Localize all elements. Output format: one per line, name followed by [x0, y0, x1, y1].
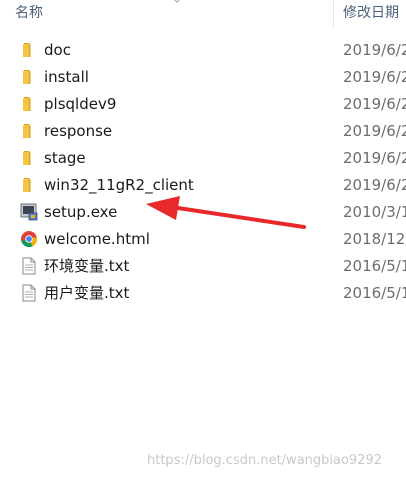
file-date: 2019/6/2 [343, 122, 406, 140]
file-row-plsqldev9[interactable]: plsqldev9 2019/6/2 [0, 91, 406, 118]
watermark: https://blog.csdn.net/wangbiao9292 [147, 453, 383, 468]
text-file-icon [22, 284, 36, 302]
file-date: 2016/5/1 [343, 257, 406, 275]
folder-icon [23, 97, 31, 111]
folder-icon [23, 70, 31, 84]
file-date: 2010/3/1 [343, 203, 406, 221]
file-row-win32-11gr2-client[interactable]: win32_11gR2_client 2019/6/2 [0, 172, 406, 199]
text-file-icon [22, 257, 36, 275]
file-name: install [44, 68, 89, 86]
date-column-header[interactable]: 修改日期 [343, 0, 406, 28]
file-row-doc[interactable]: doc 2019/6/2 [0, 37, 406, 64]
file-date: 2019/6/2 [343, 41, 406, 59]
file-name: setup.exe [44, 203, 118, 221]
file-date: 2019/6/2 [343, 68, 406, 86]
file-row-env-vars-txt[interactable]: 环境变量.txt 2016/5/1 [0, 253, 406, 280]
file-row-user-vars-txt[interactable]: 用户变量.txt 2016/5/1 [0, 280, 406, 307]
file-name: welcome.html [44, 230, 150, 248]
file-name: response [44, 122, 113, 140]
file-date: 2018/12/ [343, 230, 406, 248]
file-row-stage[interactable]: stage 2019/6/2 [0, 145, 406, 172]
file-date: 2019/6/2 [343, 95, 406, 113]
chrome-icon [21, 231, 38, 248]
file-date: 2016/5/1 [343, 284, 406, 302]
file-row-welcome-html[interactable]: welcome.html 2018/12/ [0, 226, 406, 253]
file-name: doc [44, 41, 71, 59]
file-name: 用户变量.txt [44, 284, 130, 302]
name-column-header[interactable]: 名称 [15, 0, 332, 28]
file-row-response[interactable]: response 2019/6/2 [0, 118, 406, 145]
file-row-install[interactable]: install 2019/6/2 [0, 64, 406, 91]
column-divider[interactable] [333, 0, 334, 28]
column-header: 名称 修改日期 [0, 0, 406, 28]
file-name: stage [44, 149, 86, 167]
folder-icon [23, 178, 31, 192]
file-date: 2019/6/2 [343, 149, 406, 167]
file-name: 环境变量.txt [44, 257, 130, 275]
folder-icon [23, 43, 31, 57]
setup-exe-icon [20, 203, 38, 221]
folder-icon [23, 124, 31, 138]
folder-icon [23, 151, 31, 165]
file-name: plsqldev9 [44, 95, 117, 113]
file-date: 2019/6/2 [343, 176, 406, 194]
file-row-setup-exe[interactable]: setup.exe 2010/3/1 [0, 199, 406, 226]
file-name: win32_11gR2_client [44, 176, 194, 194]
